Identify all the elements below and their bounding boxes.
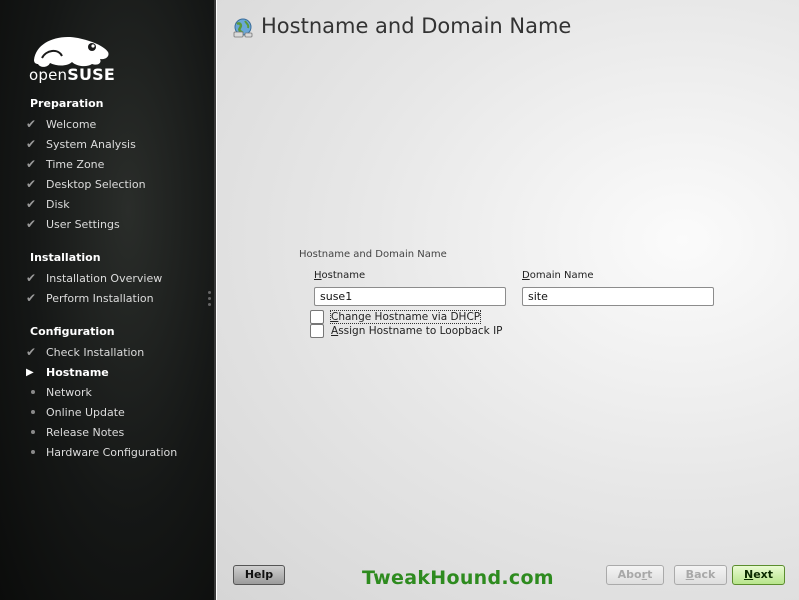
checkmark-icon: ✔ <box>26 177 37 191</box>
domain-name-label: Domain Name <box>522 270 594 281</box>
checkmark-icon: ✔ <box>26 157 37 171</box>
pending-dot-icon <box>31 390 35 394</box>
tweakhound-watermark: TweakHound.com <box>362 567 554 589</box>
back-button[interactable]: Back <box>674 565 727 585</box>
dhcp-checkbox-label[interactable]: Change Hostname via DHCP <box>329 310 482 324</box>
checkmark-icon: ✔ <box>26 291 37 305</box>
step-hardware-configuration: Hardware Configuration <box>26 443 177 461</box>
abort-button[interactable]: Abort <box>606 565 664 585</box>
step-installation-overview: ✔ Installation Overview <box>26 271 163 285</box>
current-step-arrow-icon: ▶ <box>26 366 34 378</box>
step-check-installation: ✔ Check Installation <box>26 345 145 359</box>
step-time-zone: ✔ Time Zone <box>26 157 105 171</box>
step-hostname-current: ▶ Hostname <box>26 365 109 379</box>
step-disk: ✔ Disk <box>26 197 70 211</box>
checkmark-icon: ✔ <box>26 117 37 131</box>
checkmark-icon: ✔ <box>26 345 37 359</box>
sidebar: openSUSE Preparation ✔ Welcome ✔ System An… <box>0 0 216 600</box>
pending-dot-icon <box>31 450 35 454</box>
hostname-label: Hostname <box>314 270 366 281</box>
section-title-preparation: Preparation <box>30 97 104 110</box>
step-release-notes: Release Notes <box>26 423 124 441</box>
section-title-configuration: Configuration <box>30 325 115 338</box>
network-globe-icon <box>233 18 253 38</box>
frame-label: Hostname and Domain Name <box>299 249 447 260</box>
checkmark-icon: ✔ <box>26 197 37 211</box>
domain-name-input[interactable] <box>522 287 714 306</box>
step-user-settings: ✔ User Settings <box>26 217 120 231</box>
next-button[interactable]: Next <box>732 565 785 585</box>
checkmark-icon: ✔ <box>26 217 37 231</box>
loopback-checkbox-row[interactable]: Assign Hostname to Loopback IP <box>310 324 503 338</box>
brand-wordmark: openSUSE <box>29 65 116 84</box>
help-button[interactable]: Help <box>233 565 285 585</box>
step-online-update: Online Update <box>26 403 125 421</box>
checkmark-icon: ✔ <box>26 271 37 285</box>
step-network: Network <box>26 383 92 401</box>
checkmark-icon: ✔ <box>26 137 37 151</box>
loopback-checkbox-label[interactable]: Assign Hostname to Loopback IP <box>331 325 503 337</box>
step-desktop-selection: ✔ Desktop Selection <box>26 177 146 191</box>
sidebar-resize-grip[interactable] <box>208 291 212 311</box>
dhcp-checkbox-row[interactable]: Change Hostname via DHCP <box>310 310 482 324</box>
main-content: Hostname and Domain Name Hostname and Do… <box>217 0 799 600</box>
section-title-installation: Installation <box>30 251 101 264</box>
page-title: Hostname and Domain Name <box>261 14 572 38</box>
step-system-analysis: ✔ System Analysis <box>26 137 136 151</box>
pending-dot-icon <box>31 410 35 414</box>
loopback-checkbox[interactable] <box>310 324 324 338</box>
step-perform-installation: ✔ Perform Installation <box>26 291 154 305</box>
pending-dot-icon <box>31 430 35 434</box>
step-welcome: ✔ Welcome <box>26 117 97 131</box>
hostname-input[interactable] <box>314 287 506 306</box>
dhcp-checkbox[interactable] <box>310 310 324 324</box>
